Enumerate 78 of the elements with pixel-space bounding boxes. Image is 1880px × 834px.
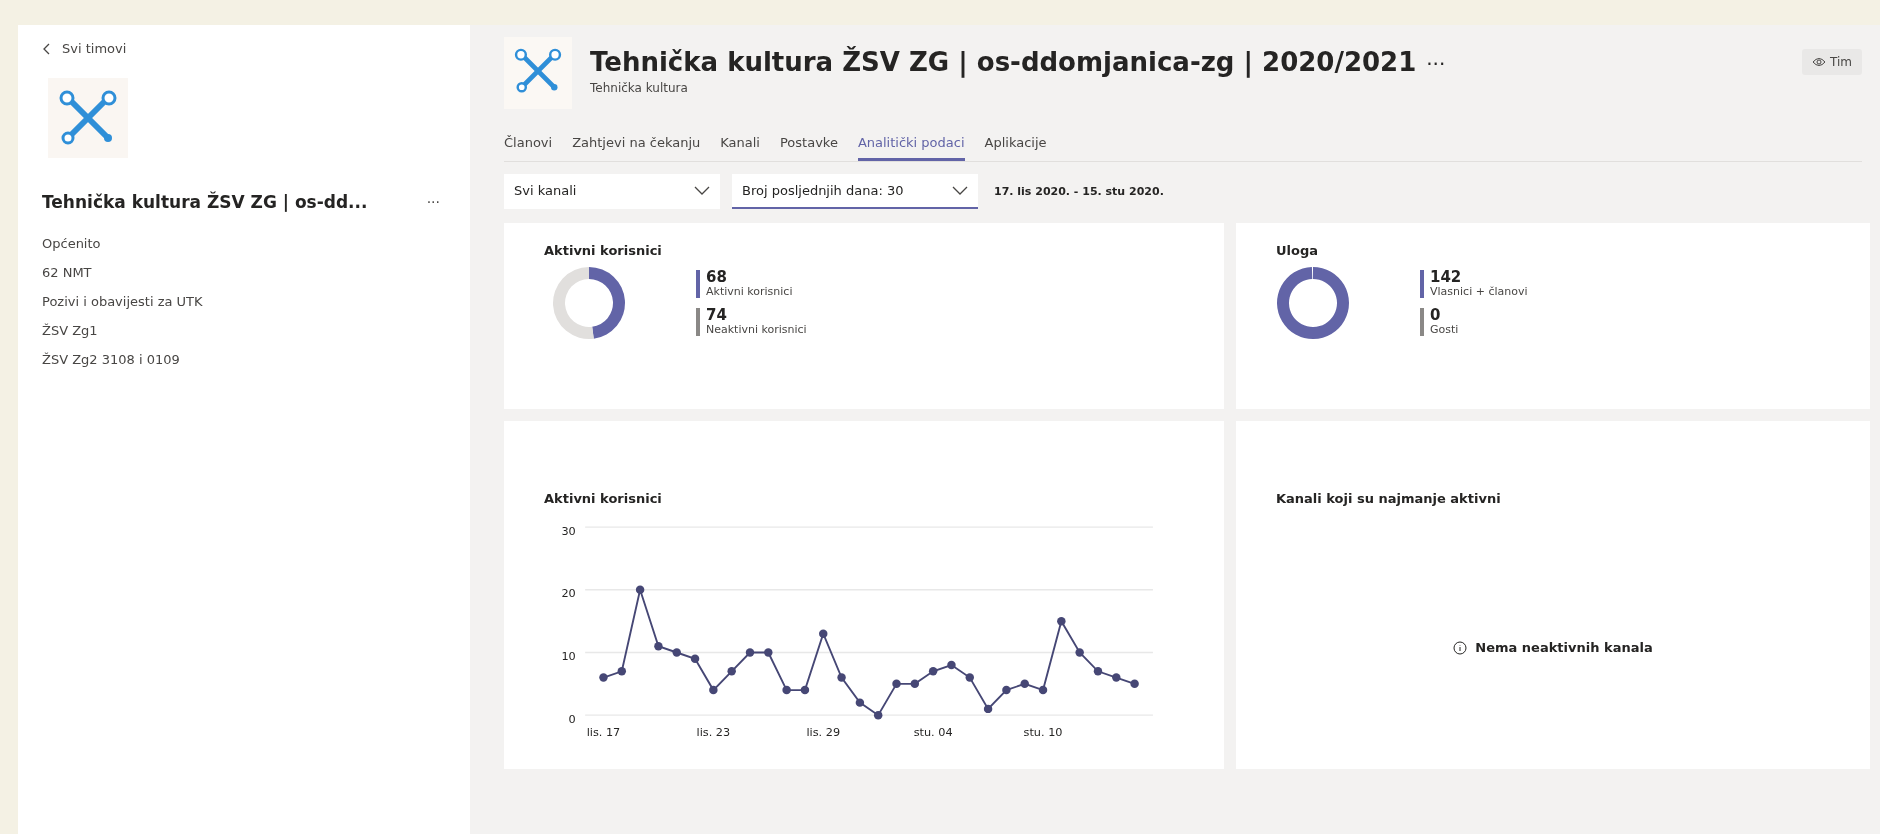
chevron-down-icon xyxy=(694,185,710,196)
dropdown[interactable]: Svi kanali xyxy=(504,174,720,209)
data-point xyxy=(690,654,700,663)
tab[interactable]: Analitički podaci xyxy=(857,131,965,161)
axis-label: stu. 10 xyxy=(1023,725,1063,739)
data-point xyxy=(1075,648,1084,657)
data-point xyxy=(855,698,865,707)
data-point xyxy=(709,685,718,695)
data-point xyxy=(654,642,663,651)
data-point xyxy=(837,673,846,682)
eye-icon xyxy=(1812,57,1826,67)
data-point xyxy=(1038,685,1048,695)
axis-label: 10 xyxy=(561,650,576,663)
axis-label: lis. 23 xyxy=(696,725,731,739)
axis-label: 20 xyxy=(561,587,576,601)
data-point xyxy=(910,679,920,689)
data-point xyxy=(617,667,626,676)
card-title: Aktivni korisnici xyxy=(544,491,662,506)
empty-message: Nema neaktivnih kanala xyxy=(1475,640,1653,655)
data-point xyxy=(635,585,645,595)
data-point xyxy=(1112,673,1121,682)
data-point xyxy=(892,679,901,689)
data-point xyxy=(947,660,956,670)
legend-label: Neaktivni korisnici xyxy=(706,323,807,336)
axis-label: stu. 04 xyxy=(913,725,953,739)
tab[interactable]: Aplikacije xyxy=(984,131,1047,161)
channel-item[interactable]: ŽSV Zg1 xyxy=(42,323,98,338)
channel-item[interactable]: Pozivi i obavijesti za UTK xyxy=(42,294,203,309)
legend-value: 142 xyxy=(1430,270,1463,285)
legend-value: 68 xyxy=(706,270,728,285)
data-point xyxy=(782,685,791,695)
info-icon xyxy=(1453,640,1468,655)
card-title: Kanali koji su najmanje aktivni xyxy=(1276,491,1501,506)
data-point xyxy=(1002,685,1011,695)
tab[interactable]: Kanali xyxy=(720,131,760,161)
legend-label: Gosti xyxy=(1430,323,1459,336)
back-link[interactable]: Svi timovi xyxy=(42,41,127,56)
legend-label: Aktivni korisnici xyxy=(706,285,793,298)
card-title: Uloga xyxy=(1276,243,1319,258)
data-point xyxy=(1093,667,1103,676)
data-point xyxy=(928,667,938,676)
data-point xyxy=(1020,679,1029,689)
channel-item[interactable]: 62 NMT xyxy=(42,265,92,280)
data-point xyxy=(965,673,974,682)
team-subtitle: Tehnička kultura xyxy=(590,81,689,95)
data-point xyxy=(1130,679,1139,689)
axis-label: lis. 17 xyxy=(586,725,621,739)
data-point xyxy=(873,710,883,720)
data-point xyxy=(800,685,810,695)
tab[interactable]: Postavke xyxy=(779,131,838,161)
tab[interactable]: Članovi xyxy=(504,131,553,161)
data-point xyxy=(745,648,755,657)
chevron-left-icon xyxy=(42,42,52,55)
legend-value: 74 xyxy=(706,308,728,323)
data-point xyxy=(983,704,993,714)
team-title: Tehnička kultura ŽSV ZG | os-ddomjanica-zg | 2020/2021 xyxy=(590,47,1417,77)
team-name: Tehnička kultura ŽSV ZG | os-dd... xyxy=(42,192,368,212)
team-button[interactable]: Tim xyxy=(1802,49,1862,75)
data-point xyxy=(1057,616,1066,626)
data-point xyxy=(727,667,736,676)
dropdown[interactable]: Broj posljednjih dana: 30 xyxy=(732,174,978,209)
card-title: Aktivni korisnici xyxy=(544,243,662,258)
axis-label: 30 xyxy=(561,524,576,538)
data-point xyxy=(819,629,828,638)
axis-label: 0 xyxy=(568,712,576,726)
legend-value: 0 xyxy=(1430,308,1442,323)
channel-item[interactable]: Općenito xyxy=(42,236,101,251)
chevron-down-icon xyxy=(952,185,968,196)
more-button[interactable]: ··· xyxy=(420,194,446,210)
more-button[interactable]: ··· xyxy=(1426,52,1446,76)
data-point xyxy=(764,648,773,657)
channel-item[interactable]: ŽSV Zg2 3108 i 0109 xyxy=(42,352,180,367)
data-point xyxy=(599,673,608,682)
date-range: 17. lis 2020. - 15. stu 2020. xyxy=(994,185,1164,198)
tab[interactable]: Zahtjevi na čekanju xyxy=(572,131,701,161)
axis-label: lis. 29 xyxy=(806,725,841,739)
legend-label: Vlasnici + članovi xyxy=(1430,285,1528,298)
data-point xyxy=(672,648,681,657)
